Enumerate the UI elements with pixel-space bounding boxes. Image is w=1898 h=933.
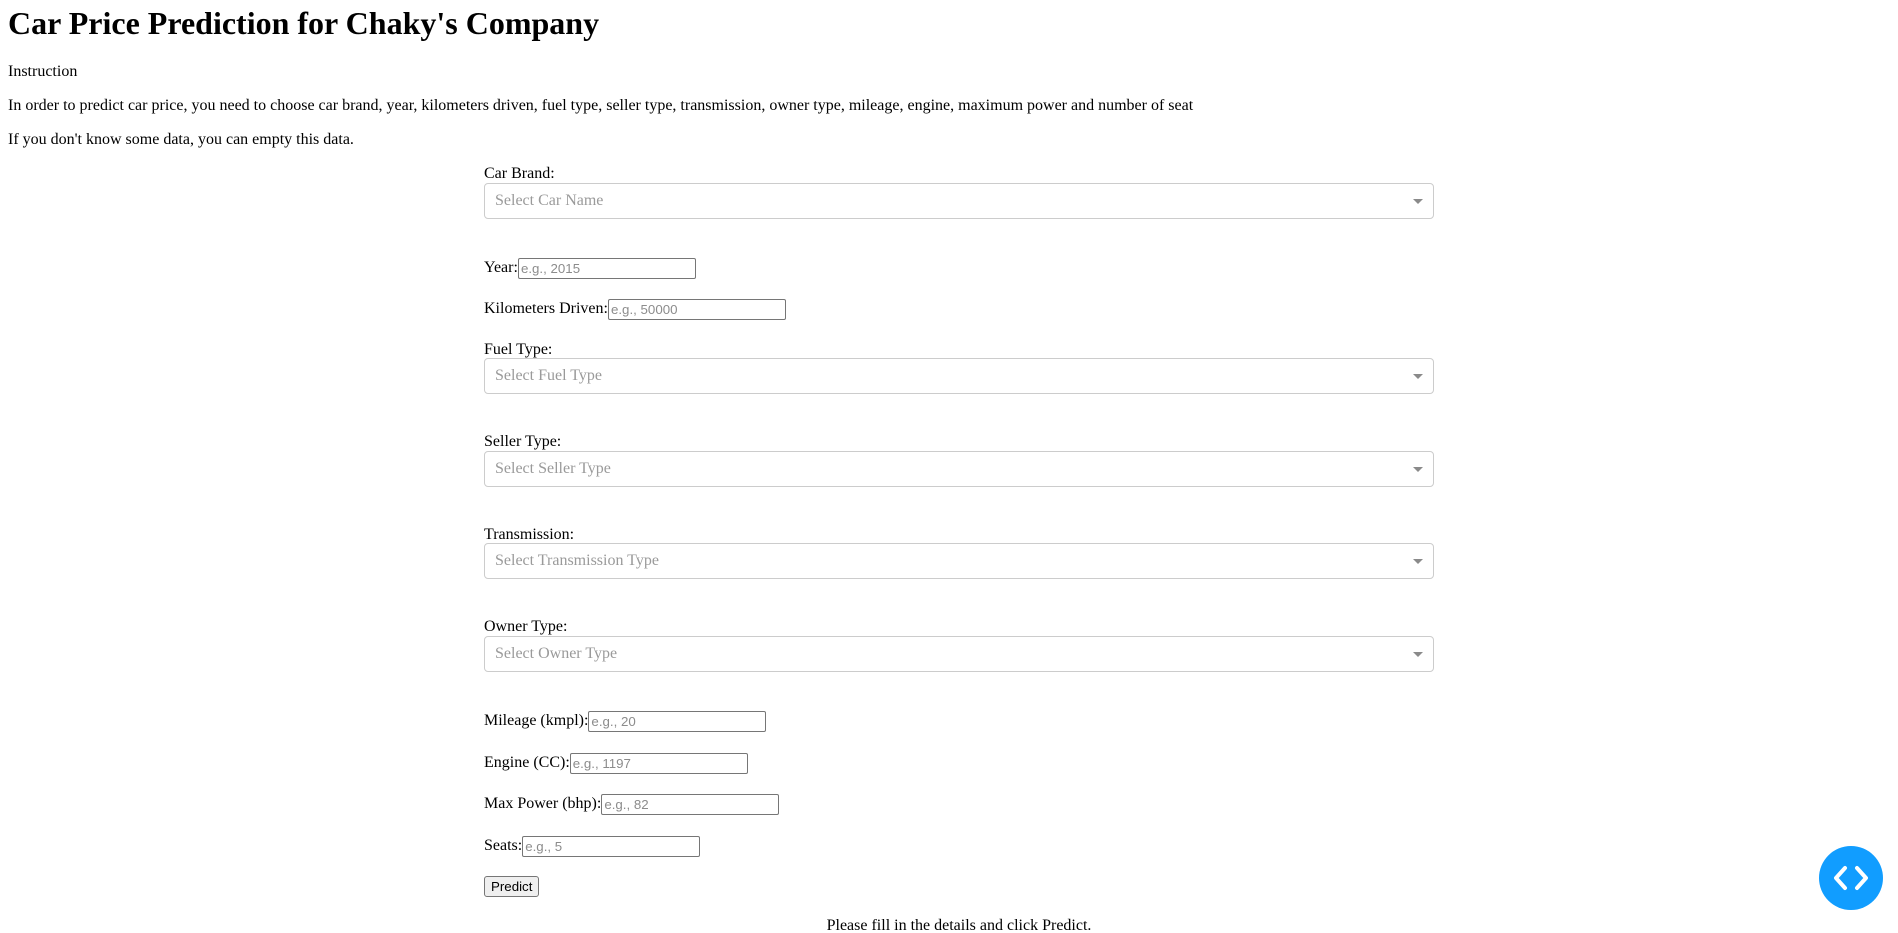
- chevron-down-icon: [1413, 374, 1423, 379]
- year-input[interactable]: [517, 257, 696, 279]
- year-label: Year:: [484, 259, 518, 276]
- transmission-label: Transmission:: [484, 526, 575, 543]
- owner-type-label: Owner Type:: [484, 618, 568, 635]
- prediction-result: Please fill in the details and click Pre…: [826, 917, 1092, 933]
- km-driven-label: Kilometers Driven:: [484, 300, 608, 317]
- owner-type-placeholder: Select Owner Type: [495, 645, 618, 662]
- km-driven-input[interactable]: [607, 298, 786, 320]
- chevron-down-icon: [1413, 559, 1423, 564]
- seats-label: Seats:: [484, 837, 523, 854]
- mileage-row: Mileage (kmpl):: [484, 710, 767, 732]
- seller-type-label: Seller Type:: [484, 433, 562, 450]
- car-brand-label: Car Brand:: [484, 165, 555, 182]
- seller-type-placeholder: Select Seller Type: [495, 460, 611, 477]
- seats-input[interactable]: [522, 835, 701, 857]
- fuel-type-placeholder: Select Fuel Type: [495, 367, 603, 384]
- fuel-type-label: Fuel Type:: [484, 341, 553, 358]
- owner-type-dropdown[interactable]: Select Owner Type: [484, 636, 1434, 672]
- seller-type-dropdown[interactable]: Select Seller Type: [484, 451, 1434, 487]
- car-brand-placeholder: Select Car Name: [495, 192, 604, 209]
- engine-row: Engine (CC):: [484, 752, 748, 774]
- engine-label: Engine (CC):: [484, 754, 570, 771]
- mileage-label: Mileage (kmpl):: [484, 712, 589, 729]
- transmission-placeholder: Select Transmission Type: [495, 552, 659, 569]
- engine-input[interactable]: [569, 752, 748, 774]
- prediction-form: Car Brand: Select Car Name Year: Kilomet…: [484, 0, 1434, 933]
- predict-button[interactable]: Predict: [484, 876, 540, 897]
- instruction-heading: Instruction: [8, 63, 78, 80]
- code-brackets-icon: [1834, 866, 1868, 890]
- fuel-type-dropdown[interactable]: Select Fuel Type: [484, 358, 1434, 394]
- mileage-input[interactable]: [588, 710, 767, 732]
- transmission-dropdown[interactable]: Select Transmission Type: [484, 543, 1434, 579]
- debug-toggle-button[interactable]: [1819, 846, 1883, 910]
- chevron-down-icon: [1413, 652, 1423, 657]
- year-row: Year:: [484, 257, 696, 279]
- max-power-label: Max Power (bhp):: [484, 795, 602, 812]
- seats-row: Seats:: [484, 835, 701, 857]
- page: Car Price Prediction for Chaky's Company…: [0, 0, 1898, 933]
- km-driven-row: Kilometers Driven:: [484, 298, 786, 320]
- chevron-down-icon: [1413, 467, 1423, 472]
- max-power-row: Max Power (bhp):: [484, 793, 780, 815]
- chevron-down-icon: [1413, 199, 1423, 204]
- max-power-input[interactable]: [601, 793, 780, 815]
- car-brand-dropdown[interactable]: Select Car Name: [484, 183, 1434, 219]
- instruction-note: If you don't know some data, you can emp…: [8, 131, 354, 148]
